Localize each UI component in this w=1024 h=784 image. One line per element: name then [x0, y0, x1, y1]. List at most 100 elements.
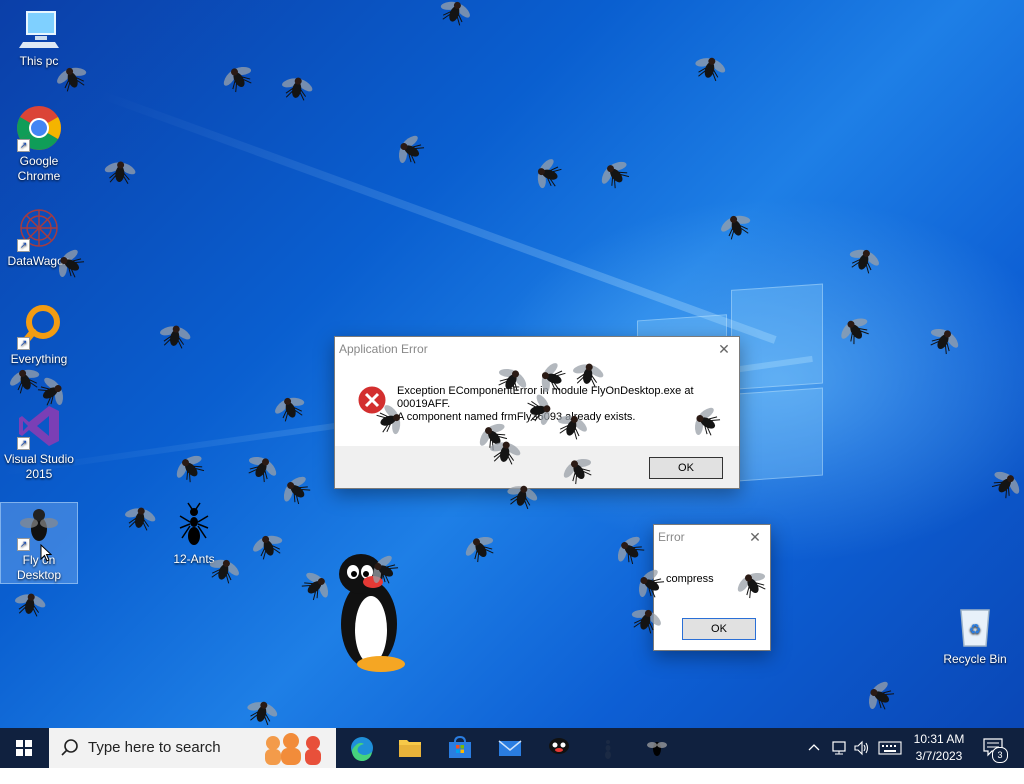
fly-sprite [278, 72, 316, 104]
start-icon [16, 740, 32, 756]
fly-sprite [486, 436, 524, 468]
shortcut-arrow-icon: ↗ [17, 139, 30, 152]
desktop-icon-this-pc[interactable]: This pc [0, 4, 78, 69]
start-button[interactable] [0, 728, 48, 768]
shortcut-arrow-icon: ↗ [17, 239, 30, 252]
datawagon-icon: ↗ [15, 204, 63, 252]
taskbar-edge[interactable] [338, 728, 386, 768]
fly-sprite [275, 469, 317, 512]
fly-sprite [844, 242, 885, 278]
fly-sprite [594, 153, 637, 195]
taskbar-pingu[interactable] [535, 728, 583, 768]
mouse-cursor [40, 543, 53, 562]
fly-icon [647, 742, 667, 756]
shortcut-arrow-icon: ↗ [17, 538, 30, 551]
tray-keyboard[interactable] [878, 740, 902, 759]
error-message: compress [666, 573, 714, 585]
recycle-bin-icon: ♻ [951, 602, 999, 650]
fly-sprite [524, 391, 556, 429]
search-box[interactable]: Type here to search [49, 728, 336, 768]
fly-sprite [923, 320, 965, 360]
close-icon[interactable]: ✕ [748, 525, 762, 549]
fly-sprite [530, 154, 566, 195]
ok-button[interactable]: OK [649, 457, 723, 479]
edge-icon [351, 737, 373, 762]
fly-sprite [242, 695, 282, 728]
search-placeholder: Type here to search [88, 739, 221, 756]
fly-sprite [217, 58, 259, 98]
taskbar: Type here to search 10:31 AM 3/7/2023 3 [0, 728, 1024, 768]
shortcut-arrow-icon: ↗ [17, 337, 30, 350]
fly-sprite [390, 129, 430, 171]
fly-sprite [569, 358, 607, 390]
fly-sprite [270, 390, 311, 426]
search-icon [59, 728, 81, 784]
dialog-footer: OK [335, 446, 739, 488]
chevron-up-icon [808, 744, 820, 751]
chrome-icon: ↗ [15, 104, 63, 152]
store-icon [449, 735, 471, 758]
desktop-icon-fly-on-desktop[interactable]: ↗ Fly on Desktop [0, 502, 78, 584]
fly-sprite [295, 565, 337, 608]
fly-app-icon: ↗ [15, 503, 63, 551]
ok-button[interactable]: OK [682, 618, 756, 640]
dialog-titlebar[interactable]: Application Error ✕ [335, 337, 739, 361]
file-explorer-icon [399, 740, 421, 757]
taskbar-file-explorer[interactable] [386, 728, 434, 768]
fly-sprite [690, 51, 730, 85]
desktop-icon-google-chrome[interactable]: ↗ Google Chrome [0, 104, 78, 184]
fly-sprite [435, 0, 476, 30]
fly-sprite [204, 552, 245, 588]
fly-sprite [121, 502, 159, 534]
fly-sprite [241, 448, 283, 488]
icon-label: Visual Studio [4, 452, 74, 466]
pingu-icon [549, 738, 569, 754]
volume-icon [854, 740, 869, 756]
clock-time: 10:31 AM [913, 732, 965, 746]
magnifier-icon: ↗ [15, 302, 63, 350]
taskbar-fly[interactable] [633, 728, 681, 768]
fly-sprite [459, 528, 501, 568]
action-center-button[interactable]: 3 [982, 737, 1008, 763]
dialog-title: Error [658, 530, 685, 544]
icon-label: Desktop [16, 568, 62, 582]
fly-sprite [860, 675, 900, 717]
clock-date: 3/7/2023 [915, 749, 963, 763]
icon-label: Fly on [22, 553, 56, 567]
icon-label: Google [19, 154, 59, 168]
network-icon [832, 741, 846, 755]
icon-label: Everything [10, 352, 68, 366]
taskbar-mail[interactable] [486, 728, 534, 768]
desktop[interactable]: This pc ↗ Google Chrome ↗ DataWagon ↗ Ev… [0, 0, 1024, 728]
icon-label: Recycle Bin [943, 652, 1007, 666]
shortcut-arrow-icon: ↗ [17, 437, 30, 450]
notification-count-badge: 3 [992, 747, 1008, 763]
tray-volume[interactable] [853, 739, 871, 760]
desktop-icon-everything[interactable]: ↗ Everything [0, 302, 78, 367]
tray-network[interactable] [830, 739, 848, 760]
fly-sprite [985, 463, 1024, 505]
taskbar-ants[interactable] [584, 728, 632, 768]
fly-sprite [716, 208, 757, 244]
fly-sprite [102, 158, 138, 187]
fly-sprite [11, 588, 49, 620]
monitor-icon [15, 4, 63, 52]
fly-sprite [169, 447, 212, 489]
icon-label: Chrome [17, 169, 61, 183]
tray-chevron[interactable] [806, 739, 822, 760]
fly-sprite [156, 320, 194, 352]
close-icon[interactable]: ✕ [717, 337, 731, 361]
taskbar-store[interactable] [436, 728, 484, 768]
desktop-icon-recycle-bin[interactable]: ♻ Recycle Bin [936, 602, 1014, 667]
keyboard-icon [878, 741, 902, 755]
fly-sprite [248, 528, 289, 564]
fly-sprite [834, 310, 877, 351]
tray-clock[interactable]: 10:31 AM 3/7/2023 [908, 731, 970, 765]
search-highlight-illustration [259, 731, 333, 765]
ant-icon [605, 740, 611, 759]
desktop-icon-visual-studio[interactable]: ↗ Visual Studio 2015 [0, 402, 78, 482]
mail-icon [498, 740, 522, 756]
dialog-titlebar[interactable]: Error ✕ [654, 525, 770, 549]
ant-icon [170, 502, 218, 550]
icon-label: 2015 [25, 467, 53, 481]
